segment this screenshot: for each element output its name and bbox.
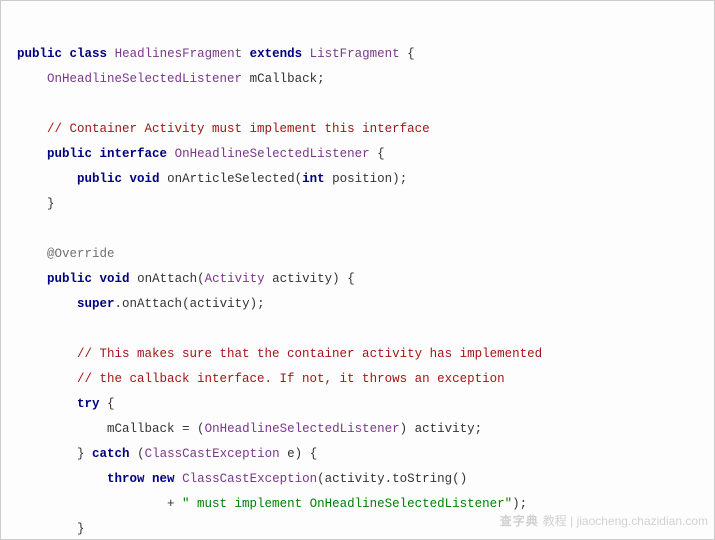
fn-onattach: onAttach — [137, 272, 197, 286]
plus: + — [167, 497, 182, 511]
brace: { — [377, 147, 385, 161]
lp: ( — [182, 297, 190, 311]
lp: ( — [295, 172, 303, 186]
iface-name: OnHeadlineSelectedListener — [175, 147, 370, 161]
code-block: public class HeadlinesFragment extends L… — [0, 0, 715, 540]
id-mcallback: mCallback — [250, 72, 318, 86]
class-headlines: HeadlinesFragment — [115, 47, 243, 61]
fn-tostring: toString — [392, 472, 452, 486]
watermark-brand: 查字典 — [500, 514, 539, 528]
kw-class: class — [70, 47, 108, 61]
id-e: e — [287, 447, 295, 461]
annotation-override: @Override — [47, 247, 115, 261]
kw-public: public — [47, 272, 92, 286]
brace: { — [407, 47, 415, 61]
kw-throw: throw — [107, 472, 145, 486]
semi: ; — [520, 497, 528, 511]
lp: ( — [197, 272, 205, 286]
watermark: 查字典教程 | jiaocheng.chazidian.com — [500, 509, 708, 533]
comment-container: // Container Activity must implement thi… — [47, 122, 430, 136]
brace: { — [310, 447, 318, 461]
kw-void: void — [100, 272, 130, 286]
fn-onattach: onAttach — [122, 297, 182, 311]
kw-public: public — [77, 172, 122, 186]
kw-interface: interface — [100, 147, 168, 161]
kw-try: try — [77, 397, 100, 411]
eq: = — [175, 422, 198, 436]
cast-type: OnHeadlineSelectedListener — [205, 422, 400, 436]
kw-new: new — [152, 472, 175, 486]
id-mcallback: mCallback — [107, 422, 175, 436]
rp: ) — [400, 422, 408, 436]
kw-int: int — [302, 172, 325, 186]
kw-public: public — [17, 47, 62, 61]
semi: ; — [400, 172, 408, 186]
semi: ; — [317, 72, 325, 86]
semi: ; — [475, 422, 483, 436]
brace: } — [47, 197, 55, 211]
kw-catch: catch — [92, 447, 130, 461]
lp: ( — [137, 447, 145, 461]
lp: ( — [452, 472, 460, 486]
fn-article: onArticleSelected — [167, 172, 295, 186]
class-activity: Activity — [205, 272, 265, 286]
rp: ) — [512, 497, 520, 511]
rp: ) — [250, 297, 258, 311]
type-listener: OnHeadlineSelectedListener — [47, 72, 242, 86]
id-activity: activity — [415, 422, 475, 436]
string-must-impl: " must implement OnHeadlineSelectedListe… — [182, 497, 512, 511]
class-cce: ClassCastException — [145, 447, 280, 461]
id-activity: activity — [190, 297, 250, 311]
rp: ) — [392, 172, 400, 186]
kw-void: void — [130, 172, 160, 186]
brace: { — [107, 397, 115, 411]
brace: } — [77, 522, 85, 536]
lp: ( — [197, 422, 205, 436]
id-position: position — [332, 172, 392, 186]
rp: ) — [332, 272, 340, 286]
lp: ( — [317, 472, 325, 486]
watermark-rest: 教程 | jiaocheng.chazidian.com — [543, 514, 708, 528]
class-cce: ClassCastException — [182, 472, 317, 486]
kw-public: public — [47, 147, 92, 161]
comment-callback: // the callback interface. If not, it th… — [77, 372, 505, 386]
rp: ) — [295, 447, 303, 461]
brace: } — [77, 447, 85, 461]
semi: ; — [257, 297, 265, 311]
brace: { — [347, 272, 355, 286]
kw-extends: extends — [250, 47, 303, 61]
kw-super: super — [77, 297, 115, 311]
comment-makes-sure: // This makes sure that the container ac… — [77, 347, 542, 361]
class-listfragment: ListFragment — [310, 47, 400, 61]
id-activity: activity — [272, 272, 332, 286]
rp: ) — [460, 472, 468, 486]
id-activity: activity — [325, 472, 385, 486]
